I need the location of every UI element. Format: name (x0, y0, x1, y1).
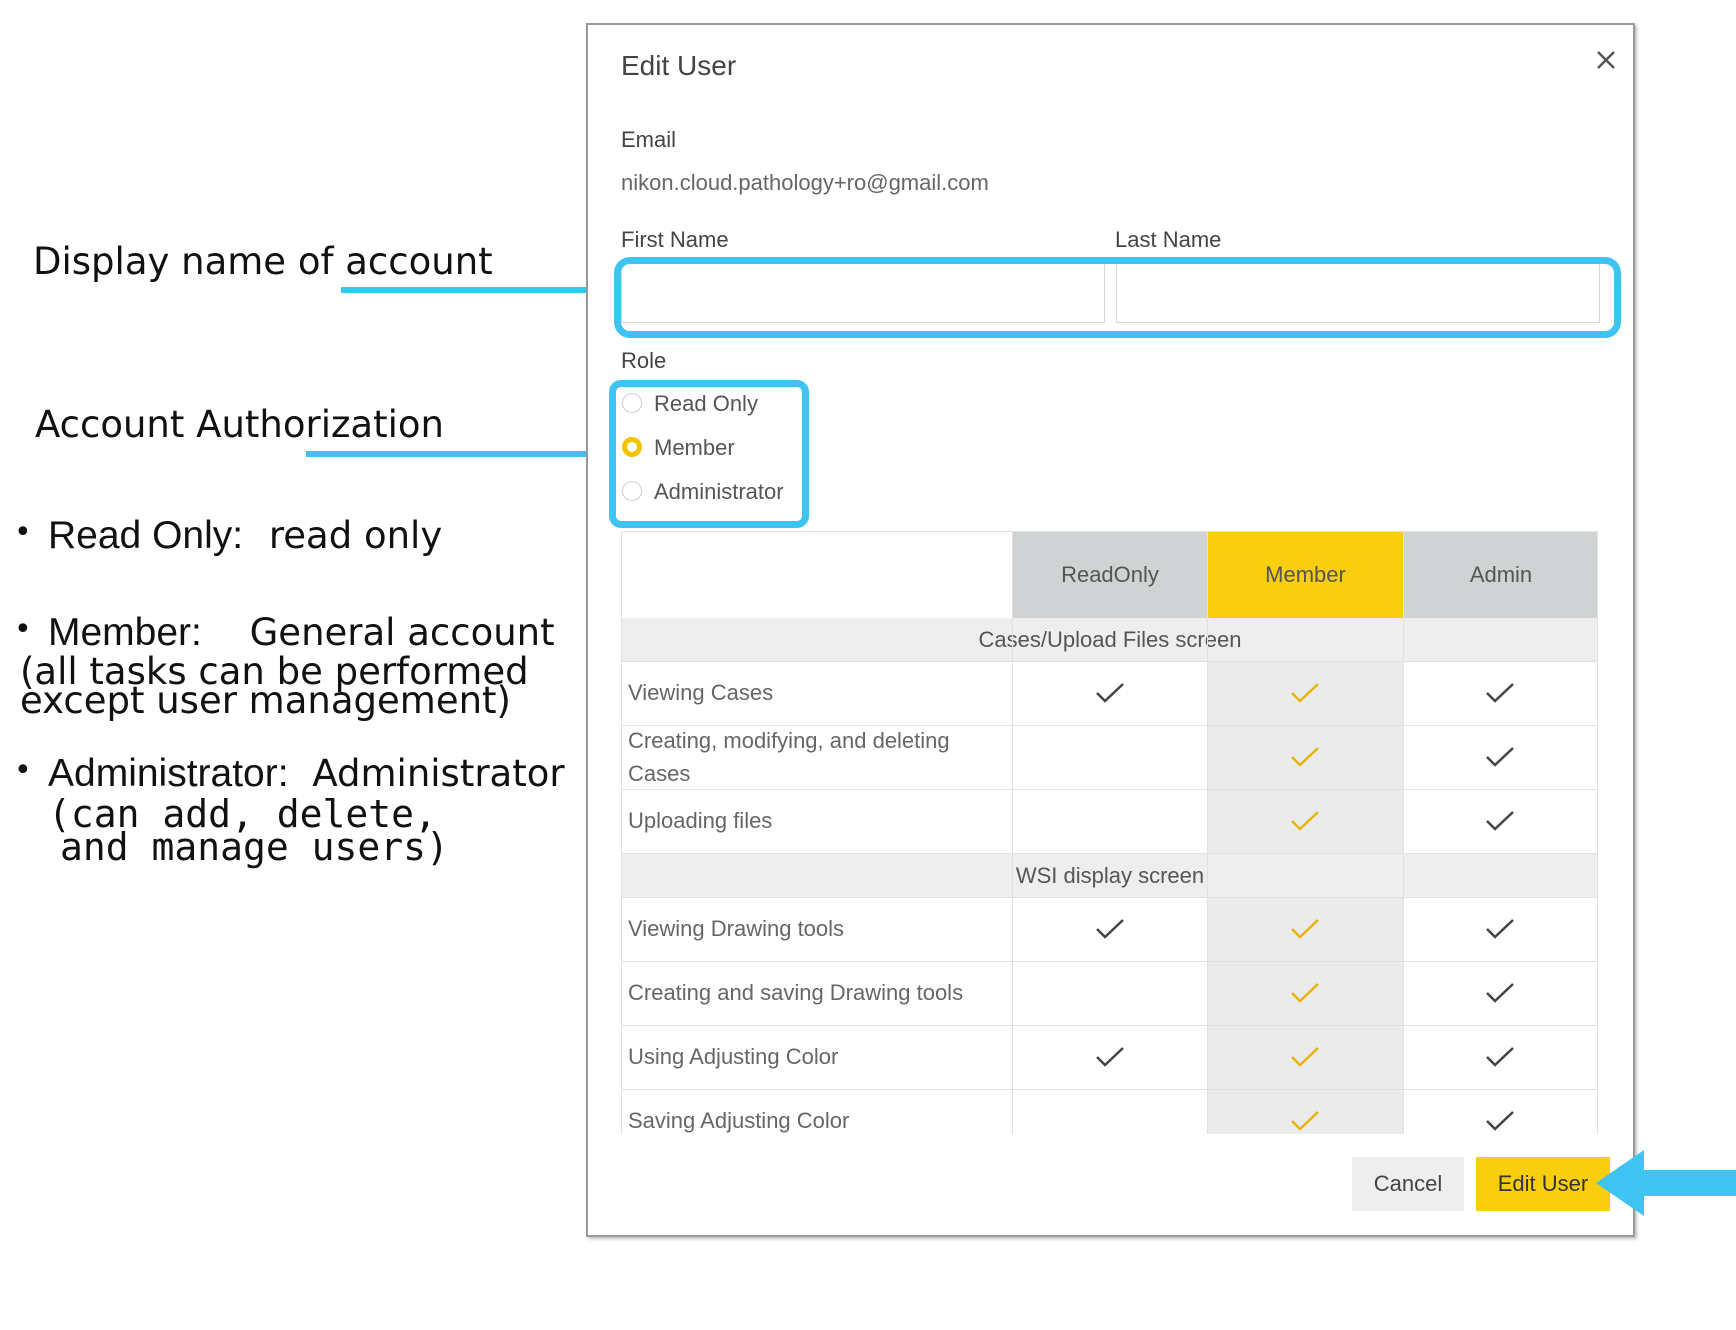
check-icon (1290, 810, 1320, 832)
member-note-2: except user management) (20, 679, 511, 722)
name-fields-highlight (614, 257, 1621, 338)
column-divider (1207, 532, 1208, 1134)
section-cases: Cases/Upload Files screen (622, 618, 1598, 662)
table-row: Uploading files (622, 790, 1598, 854)
column-divider (1597, 532, 1598, 1134)
row-label: Viewing Drawing tools (628, 916, 845, 941)
member-desc: General account (249, 611, 555, 654)
check-icon (1290, 746, 1320, 768)
admin-desc: Administrator (312, 752, 565, 795)
row-label: Saving Adjusting Color (628, 1108, 850, 1133)
read-only-desc: read only (268, 514, 443, 557)
table-row: Creating and saving Drawing tools (622, 962, 1598, 1026)
check-icon (1485, 746, 1515, 768)
check-icon (1095, 682, 1125, 704)
header-admin: Admin (1404, 532, 1598, 618)
bullet-dot: • (14, 753, 32, 788)
annotation-display-name: Display name of account (33, 240, 493, 283)
header-member: Member (1208, 532, 1403, 618)
role-options-highlight (609, 380, 809, 528)
annotation-authorization: Account Authorization (35, 403, 444, 446)
check-icon (1290, 982, 1320, 1004)
check-icon (1290, 1110, 1320, 1132)
row-label: Viewing Cases (628, 680, 774, 705)
last-name-label: Last Name (1115, 227, 1222, 252)
section-wsi: WSI display screen (622, 854, 1598, 898)
table-row: Saving Adjusting Color (622, 1090, 1598, 1134)
check-icon (1485, 682, 1515, 704)
row-label: Uploading files (628, 808, 773, 833)
row-label: Creating, modifying, and deleting Cases (628, 728, 950, 786)
check-icon (1485, 1110, 1515, 1132)
table-row: Creating, modifying, and deleting Cases (622, 726, 1598, 790)
check-icon (1290, 1046, 1320, 1068)
check-icon (1485, 982, 1515, 1004)
check-icon (1485, 1046, 1515, 1068)
row-label: Using Adjusting Color (628, 1044, 839, 1069)
column-divider (1403, 532, 1404, 1134)
edit-user-button[interactable]: Edit User (1476, 1157, 1610, 1211)
check-icon (1095, 918, 1125, 940)
email-value: nikon.cloud.pathology+ro@gmail.com (621, 170, 989, 195)
column-divider (1012, 532, 1013, 1134)
member-term: Member: (48, 611, 202, 654)
admin-note-2: and manage users) (60, 825, 449, 869)
cancel-button[interactable]: Cancel (1352, 1157, 1464, 1211)
role-label: Role (621, 348, 667, 373)
admin-term: Administrator: (48, 752, 289, 795)
read-only-term: Read Only: (48, 514, 244, 557)
check-icon (1095, 1046, 1125, 1068)
authorization-pointer-line (306, 451, 612, 457)
pointer-arrow-icon (1596, 1150, 1736, 1216)
display-name-pointer-line (341, 287, 617, 293)
check-icon (1485, 810, 1515, 832)
check-icon (1290, 682, 1320, 704)
permissions-table: ReadOnly Member Admin Cases/Upload Files… (621, 531, 1598, 1134)
header-readonly: ReadOnly (1013, 532, 1207, 618)
bullet-dot: • (14, 515, 32, 550)
dialog-title: Edit User (621, 50, 737, 81)
first-name-label: First Name (621, 227, 729, 252)
check-icon (1290, 918, 1320, 940)
bullet-read-only: • Read Only: read only (14, 514, 443, 557)
email-label: Email (621, 127, 677, 152)
close-icon[interactable] (1588, 42, 1624, 78)
row-label: Creating and saving Drawing tools (628, 980, 964, 1005)
bullet-dot: • (14, 612, 32, 647)
bullet-administrator: • Administrator: Administrator (14, 752, 565, 795)
header-blank (622, 532, 1012, 618)
check-icon (1485, 918, 1515, 940)
bullet-member: • Member: General account (14, 611, 555, 654)
